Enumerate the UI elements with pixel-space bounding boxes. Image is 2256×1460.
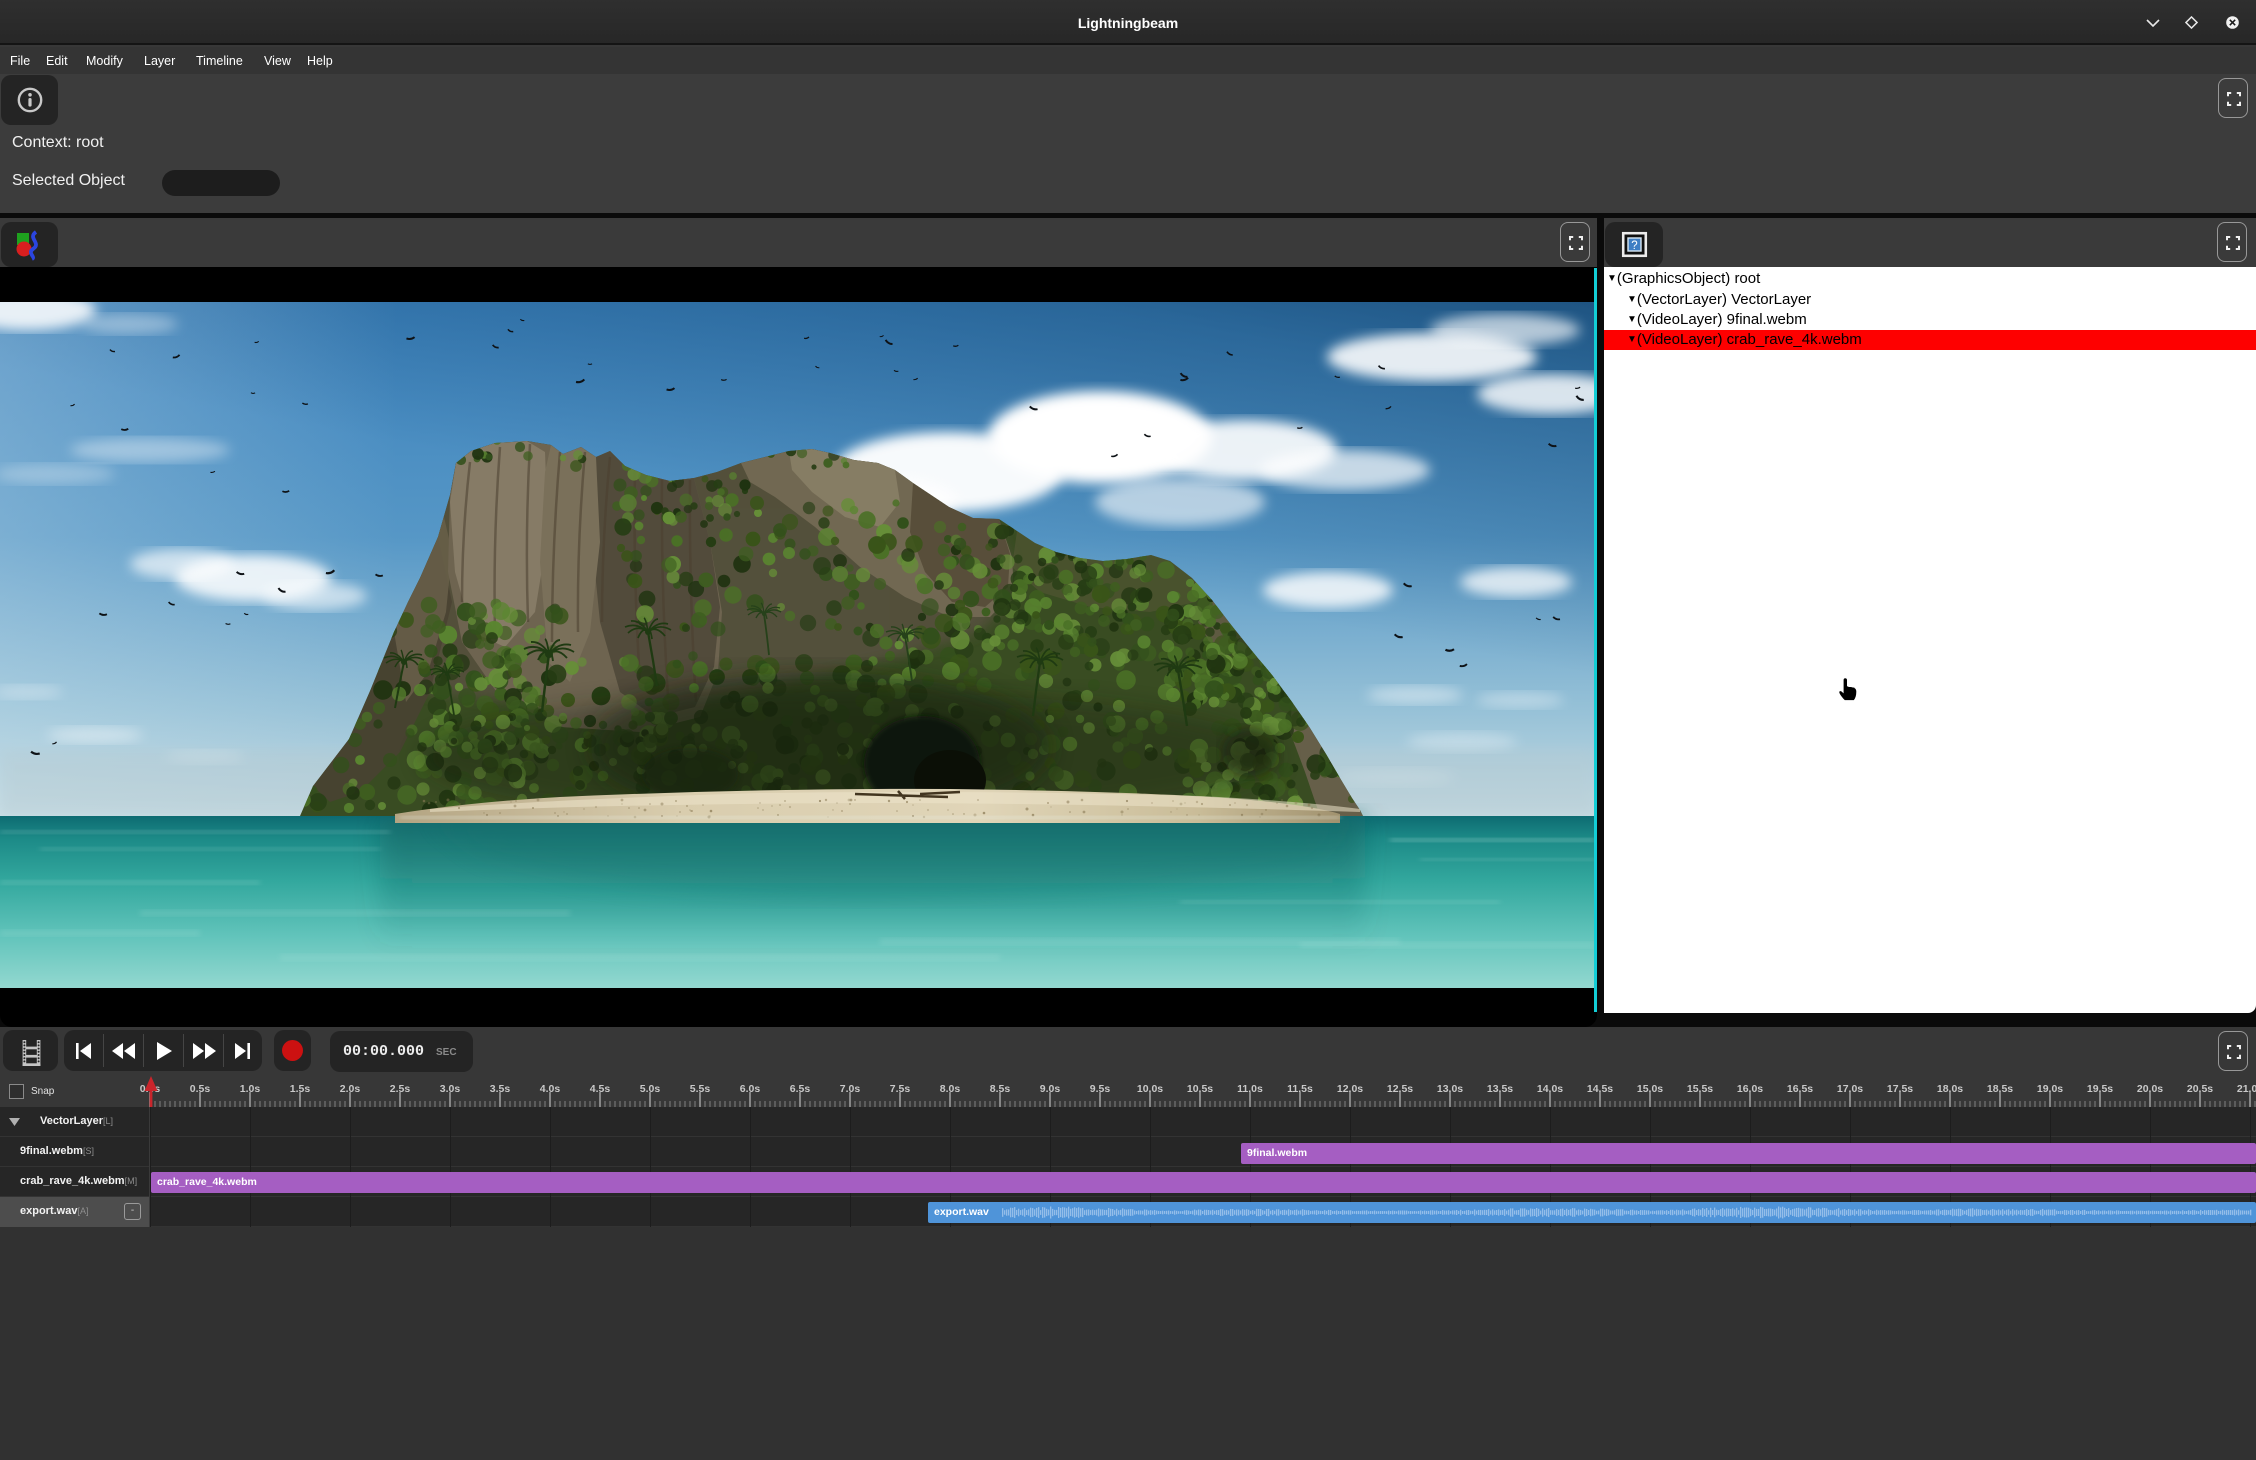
svg-text:?: ?	[1631, 240, 1637, 252]
